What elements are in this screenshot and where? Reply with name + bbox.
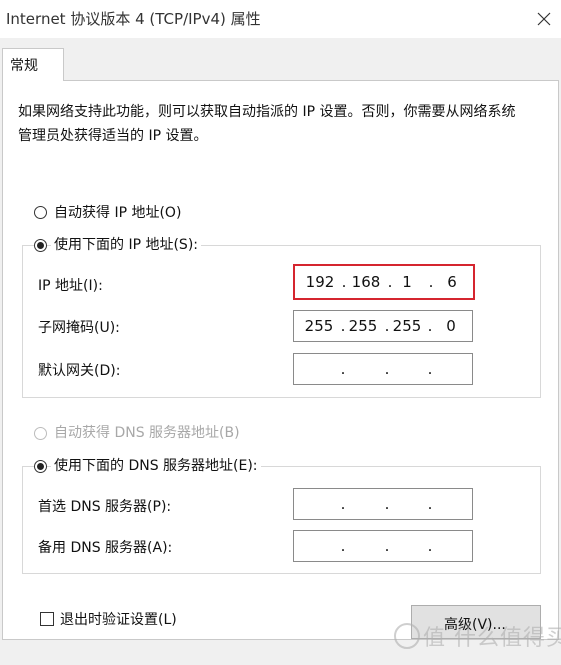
subnet-mask-label: 子网掩码(U):: [38, 320, 120, 336]
default-gateway-field[interactable]: . . .: [293, 353, 473, 385]
validate-on-exit-label[interactable]: 退出时验证设置(L): [60, 609, 177, 629]
ipv4-properties-dialog: Internet 协议版本 4 (TCP/IPv4) 属性 常规 如果网络支持此…: [0, 0, 561, 665]
manual-ip-radio[interactable]: [34, 239, 47, 252]
manual-dns-label[interactable]: 使用下面的 DNS 服务器地址(E):: [51, 455, 261, 475]
tab-general[interactable]: 常规: [2, 48, 64, 81]
default-gateway-label: 默认网关(D):: [38, 363, 121, 379]
watermark-text: 值 什么值得买: [423, 626, 561, 651]
auto-ip-label[interactable]: 自动获得 IP 地址(O): [54, 202, 181, 222]
ip-address-label: IP 地址(I):: [38, 278, 103, 294]
manual-dns-radio[interactable]: [34, 460, 47, 473]
title-bar: Internet 协议版本 4 (TCP/IPv4) 属性: [0, 0, 561, 38]
close-icon: [537, 12, 551, 26]
validate-on-exit-checkbox[interactable]: [40, 612, 54, 626]
gateway-octet-3[interactable]: [388, 354, 426, 384]
mask-octet-3[interactable]: 255: [388, 311, 426, 341]
window-title: Internet 协议版本 4 (TCP/IPv4) 属性: [6, 10, 261, 28]
description-text: 如果网络支持此功能，则可以获取自动指派的 IP 设置。否则，你需要从网络系统管理…: [18, 104, 516, 144]
alternate-dns-field[interactable]: . . .: [293, 530, 473, 562]
auto-dns-label: 自动获得 DNS 服务器地址(B): [54, 425, 240, 441]
ip-octet-1[interactable]: 192: [301, 266, 339, 298]
preferred-dns-octet-2[interactable]: [344, 489, 382, 519]
alternate-dns-octet-1[interactable]: [300, 531, 338, 561]
ip-address-field[interactable]: 192 . 168 . 1 . 6: [293, 264, 475, 300]
alternate-dns-octet-2[interactable]: [344, 531, 382, 561]
alternate-dns-octet-3[interactable]: [388, 531, 426, 561]
watermark: 值 什么值得买: [393, 620, 561, 654]
preferred-dns-field[interactable]: . . .: [293, 488, 473, 520]
close-button[interactable]: [530, 5, 558, 33]
gateway-octet-4[interactable]: [432, 354, 470, 384]
gateway-octet-2[interactable]: [344, 354, 382, 384]
auto-ip-radio[interactable]: [34, 206, 47, 219]
ip-octet-2[interactable]: 168: [347, 266, 385, 298]
mask-octet-4[interactable]: 0: [432, 311, 470, 341]
watermark-logo-icon: [394, 623, 420, 649]
manual-ip-label[interactable]: 使用下面的 IP 地址(S):: [51, 234, 201, 254]
alternate-dns-octet-4[interactable]: [432, 531, 470, 561]
gateway-octet-1[interactable]: [300, 354, 338, 384]
preferred-dns-octet-4[interactable]: [432, 489, 470, 519]
preferred-dns-octet-1[interactable]: [300, 489, 338, 519]
mask-octet-2[interactable]: 255: [344, 311, 382, 341]
preferred-dns-octet-3[interactable]: [388, 489, 426, 519]
ip-octet-3[interactable]: 1: [388, 266, 426, 298]
preferred-dns-label: 首选 DNS 服务器(P):: [38, 499, 172, 515]
auto-dns-radio: [34, 427, 47, 440]
alternate-dns-label: 备用 DNS 服务器(A):: [38, 540, 173, 556]
tab-general-label: 常规: [10, 58, 38, 74]
subnet-mask-field[interactable]: 255 . 255 . 255 . 0: [293, 310, 473, 342]
ip-octet-4[interactable]: 6: [433, 266, 471, 298]
mask-octet-1[interactable]: 255: [300, 311, 338, 341]
